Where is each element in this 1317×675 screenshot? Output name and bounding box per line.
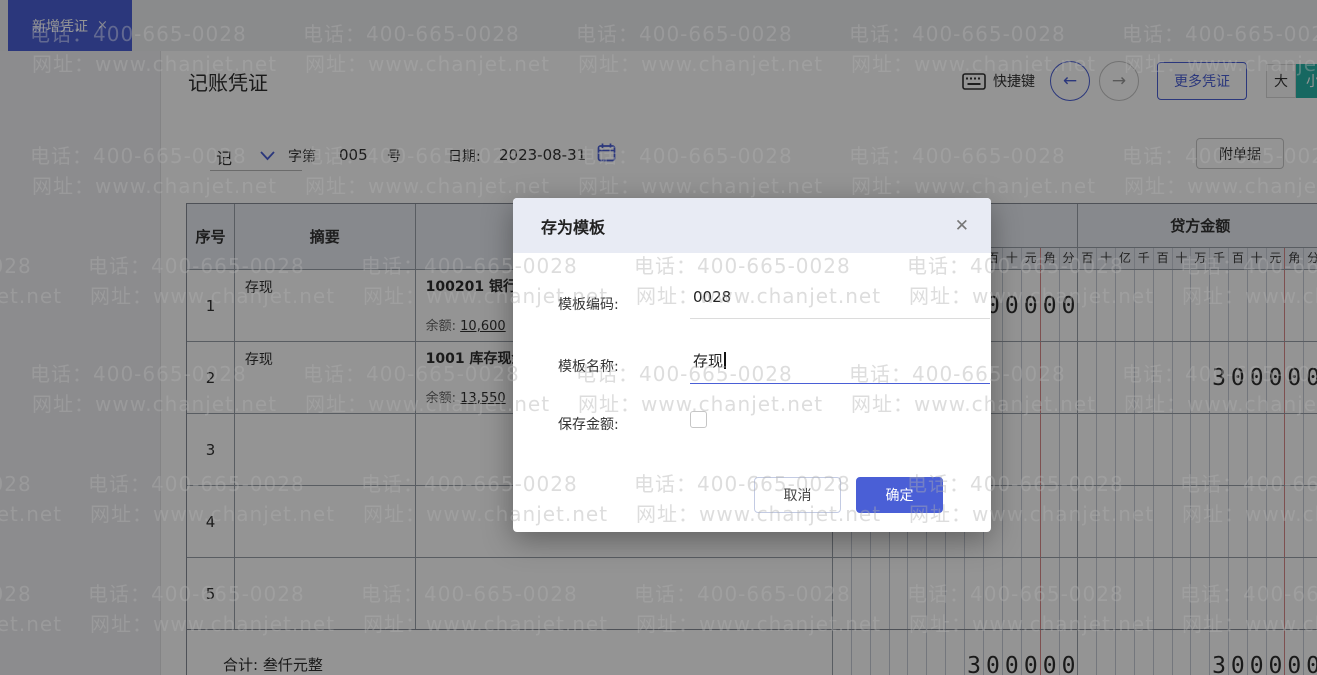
cancel-button[interactable]: 取消 <box>754 477 841 513</box>
template-name-label: 模板名称: <box>558 359 619 375</box>
template-name-input[interactable]: 存现 <box>690 350 990 384</box>
template-code-label: 模板编码: <box>558 297 619 313</box>
save-amount-row: 保存金额: <box>558 411 707 434</box>
confirm-button[interactable]: 确定 <box>856 477 943 513</box>
save-amount-checkbox[interactable] <box>690 411 707 428</box>
template-name-row: 模板名称: 存现 <box>558 352 990 384</box>
modal-buttons: 取消 确定 <box>754 477 943 513</box>
template-code-row: 模板编码: 0028 <box>558 288 990 319</box>
save-amount-label: 保存金额: <box>558 417 619 433</box>
modal-title: 存为模板 <box>541 217 606 237</box>
modal-header: 存为模板 ✕ <box>513 198 991 253</box>
text-cursor <box>724 352 726 369</box>
close-icon[interactable]: ✕ <box>955 216 969 236</box>
save-template-modal: 存为模板 ✕ 模板编码: 0028 模板名称: 存现 保存金额: 取消 确定 <box>513 198 991 532</box>
screen: 新增凭证 × 记账凭证 快捷键 ← → 更多凭证 大 小 记 字第 005 号 … <box>0 0 1317 675</box>
template-name-value: 存现 <box>693 352 724 370</box>
template-code-value: 0028 <box>693 288 732 306</box>
template-code-input[interactable]: 0028 <box>690 288 990 319</box>
